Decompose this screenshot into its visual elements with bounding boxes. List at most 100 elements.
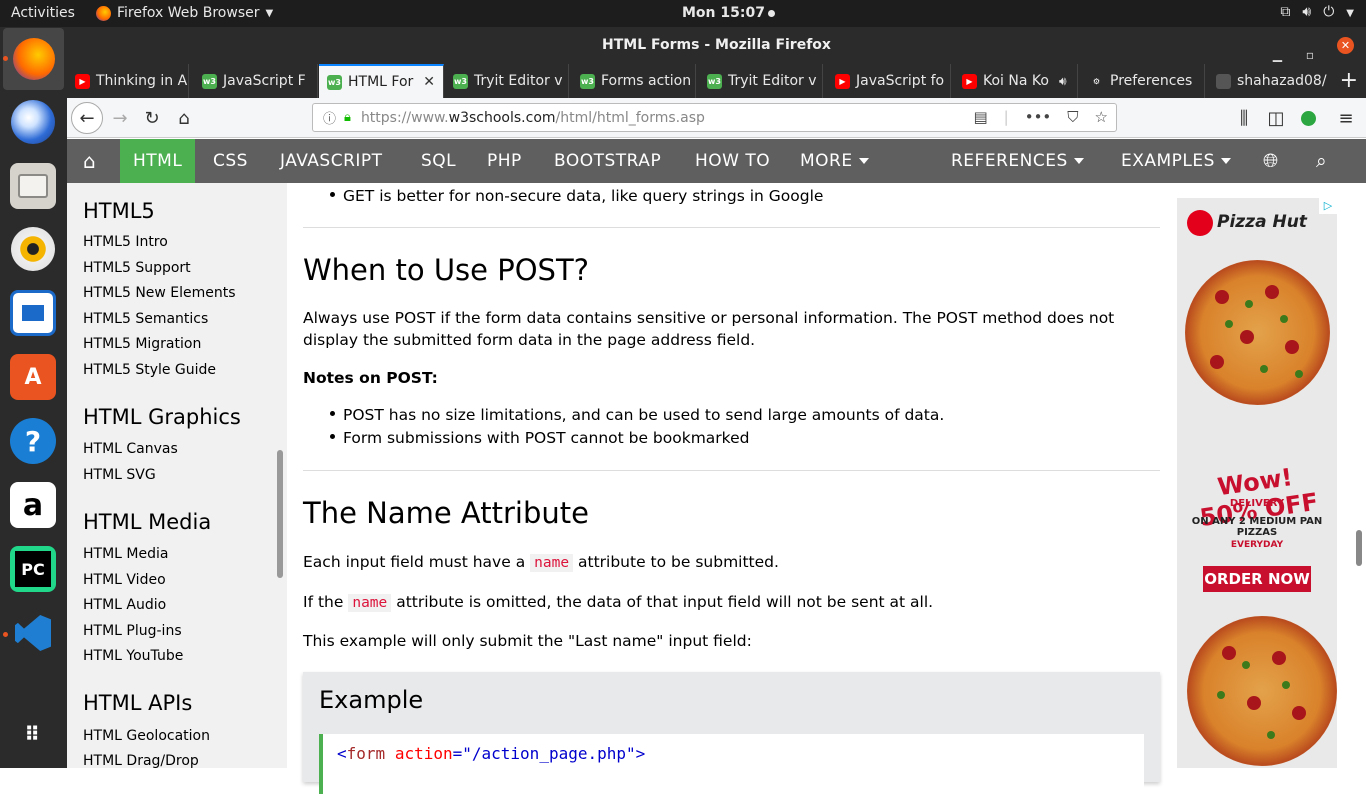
dock-pycharm[interactable]: PC: [10, 546, 56, 592]
dock-help[interactable]: ?: [10, 418, 56, 464]
new-tab-button[interactable]: +: [1340, 68, 1358, 93]
code-block[interactable]: <form action="/action_page.php">: [319, 734, 1144, 794]
sidebar-section-title: HTML Media: [83, 510, 212, 534]
sidebar-link[interactable]: HTML5 Style Guide: [83, 362, 216, 378]
nav-php[interactable]: PHP: [474, 139, 535, 183]
system-tray[interactable]: ⧉ 🔊︎ ⏻ ▼: [1280, 4, 1354, 23]
nav-css[interactable]: CSS: [200, 139, 261, 183]
nav-sql[interactable]: SQL: [408, 139, 469, 183]
reload-button[interactable]: ↻: [137, 104, 167, 132]
sidebar-link[interactable]: HTML SVG: [83, 467, 156, 483]
clock[interactable]: Mon 15:07: [682, 5, 775, 21]
extension-icon[interactable]: [1293, 104, 1323, 132]
w3schools-icon: w3: [580, 73, 595, 89]
order-now-button[interactable]: ORDER NOW: [1203, 566, 1311, 592]
audio-playing-icon[interactable]: 🔊︎: [1059, 74, 1067, 89]
nav-examples[interactable]: EXAMPLES: [1108, 139, 1244, 183]
pizza-hut-ad[interactable]: ▷ Pizza Hut Wow! 50% OFF DELIVERY ON ANY…: [1177, 198, 1337, 768]
nav-javascript[interactable]: JAVASCRIPT: [267, 139, 396, 183]
info-icon[interactable]: ⓘ: [323, 108, 336, 127]
sidebar: HTML5 HTML5 Intro HTML5 Support HTML5 Ne…: [67, 183, 287, 768]
close-tab-icon[interactable]: ✕: [423, 74, 435, 90]
firefox-icon: [12, 38, 55, 80]
volume-icon: 🔊︎: [1302, 4, 1312, 20]
name-paragraph-1: Each input field must have a name attrib…: [303, 551, 779, 574]
sidebar-link[interactable]: HTML Canvas: [83, 441, 178, 457]
forward-button[interactable]: →: [105, 104, 135, 132]
activities-button[interactable]: Activities: [11, 5, 75, 21]
reader-view-icon[interactable]: ▤: [973, 108, 987, 126]
url-text[interactable]: https://www.w3schools.com/html/html_form…: [361, 110, 705, 126]
menu-icon[interactable]: ≡: [1331, 104, 1361, 132]
tab-javascript-f[interactable]: w3 JavaScript F: [194, 64, 318, 98]
dock-files[interactable]: [10, 163, 56, 209]
tab-thinking-in-a[interactable]: ▶ Thinking in A: [67, 64, 189, 98]
w3schools-icon: w3: [327, 74, 342, 90]
library-icon[interactable]: ⫼: [1229, 104, 1259, 132]
code-bracket: <: [337, 744, 347, 763]
sidebar-link[interactable]: HTML5 Support: [83, 260, 191, 276]
url-bar[interactable]: ⓘ 🔒︎ https://www.w3schools.com/html/html…: [312, 103, 1117, 132]
nav-bootstrap[interactable]: BOOTSTRAP: [541, 139, 674, 183]
tab-javascript-fo[interactable]: ▶ JavaScript fo: [827, 64, 951, 98]
w3schools-icon: w3: [202, 73, 217, 89]
sidebar-link[interactable]: HTML5 Migration: [83, 336, 201, 352]
tab-html-forms[interactable]: w3 HTML For ✕: [319, 64, 444, 98]
sidebar-link[interactable]: HTML5 New Elements: [83, 285, 236, 301]
tab-preferences[interactable]: ⚙ Preferences: [1081, 64, 1205, 98]
dock-libreoffice-writer[interactable]: [10, 290, 56, 336]
sidebar-link[interactable]: HTML Geolocation: [83, 728, 210, 744]
sidebar-link[interactable]: HTML Audio: [83, 597, 166, 613]
sidebar-icon[interactable]: ◫: [1261, 104, 1291, 132]
ad-promo-sub: DELIVERY: [1229, 498, 1285, 509]
sidebar-scrollbar[interactable]: [277, 450, 283, 578]
sidebar-link[interactable]: HTML Plug-ins: [83, 623, 182, 639]
nav-more[interactable]: MORE: [787, 139, 882, 183]
tab-tryit-editor-1[interactable]: w3 Tryit Editor v: [445, 64, 569, 98]
globe-icon[interactable]: 🌐︎: [1250, 139, 1292, 183]
sidebar-link[interactable]: HTML Drag/Drop: [83, 753, 199, 768]
sidebar-link[interactable]: HTML5 Intro: [83, 234, 168, 250]
adchoices-icon[interactable]: ▷: [1319, 198, 1337, 214]
sidebar-link[interactable]: HTML Video: [83, 572, 166, 588]
text-run: attribute to be submitted.: [578, 553, 779, 571]
dock-amazon[interactable]: a: [10, 482, 56, 528]
app-grid-icon: ⠿: [24, 722, 42, 746]
pocket-icon[interactable]: ⛉: [1067, 108, 1078, 126]
firefox-icon: [96, 5, 111, 21]
home-button[interactable]: ⌂: [169, 104, 199, 132]
nav-references[interactable]: REFERENCES: [938, 139, 1097, 183]
sidebar-link[interactable]: HTML5 Semantics: [83, 311, 208, 327]
app-menu[interactable]: Firefox Web Browser ▼: [96, 5, 273, 21]
nav-how-to[interactable]: HOW TO: [682, 139, 783, 183]
home-icon[interactable]: ⌂: [70, 139, 109, 183]
tab-tryit-editor-2[interactable]: w3 Tryit Editor v: [699, 64, 823, 98]
bookmark-star-icon[interactable]: ☆: [1095, 108, 1108, 126]
dock-rhythmbox[interactable]: [10, 226, 56, 272]
text-run: attribute is omitted, the data of that i…: [396, 593, 934, 611]
dock-vscode[interactable]: [10, 610, 56, 656]
tab-shahazad08[interactable]: shahazad08/: [1208, 64, 1332, 98]
sidebar-link[interactable]: HTML YouTube: [83, 648, 183, 664]
w3schools-icon: w3: [707, 73, 722, 89]
dock-thunderbird[interactable]: [10, 99, 56, 145]
writer-icon: [22, 305, 44, 321]
sidebar-link[interactable]: HTML Media: [83, 546, 168, 562]
inline-code: name: [530, 554, 574, 572]
nav-html[interactable]: HTML: [120, 139, 196, 183]
search-icon[interactable]: ⌕: [1303, 139, 1340, 183]
page-actions-icon[interactable]: •••: [1025, 108, 1052, 126]
url-path: /html/html_forms.asp: [555, 109, 705, 126]
tab-koi-na-ko[interactable]: ▶ Koi Na Ko 🔊︎: [954, 64, 1078, 98]
close-window-button[interactable]: ✕: [1337, 37, 1354, 54]
dock-firefox[interactable]: [3, 28, 64, 90]
example-box: Example <form action="/action_page.php">: [303, 672, 1160, 794]
tab-forms-action[interactable]: w3 Forms action: [572, 64, 696, 98]
vscode-icon: [15, 615, 51, 651]
show-applications-button[interactable]: ⠿: [10, 711, 56, 757]
name-paragraph-3: This example will only submit the "Last …: [303, 632, 752, 650]
dock-software-center[interactable]: A: [10, 354, 56, 400]
back-button[interactable]: ←: [71, 102, 103, 134]
page-scrollbar[interactable]: [1356, 530, 1362, 566]
tab-label: Tryit Editor v: [728, 73, 817, 89]
